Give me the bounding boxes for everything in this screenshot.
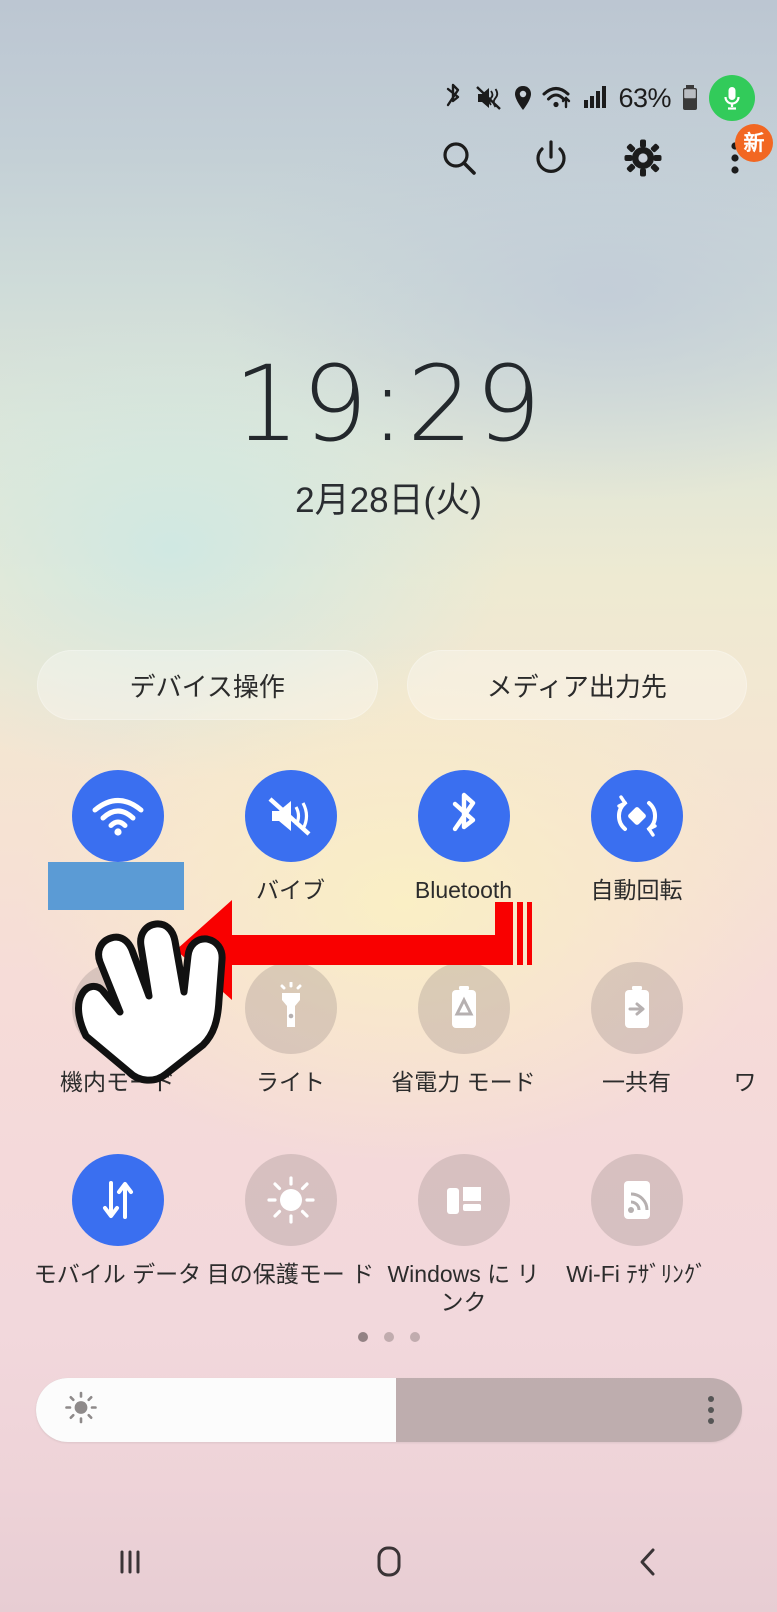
tile-label: 一共有 xyxy=(602,1069,671,1096)
quick-settings-row: 機内モード ライト 省電力 モード 一共有 ワ xyxy=(31,962,777,1096)
power-icon[interactable] xyxy=(529,136,573,180)
device-control-button[interactable]: デバイス操作 xyxy=(37,650,378,720)
tile-peek-label: ワ xyxy=(733,1069,757,1096)
tile-mobile-data[interactable]: モバイル データ xyxy=(31,1154,204,1316)
signal-icon xyxy=(584,86,607,108)
quick-settings-grid: バイブ Bluetooth 自動回転 機内モード ライト 省電力 モード 一共有… xyxy=(0,770,777,1316)
auto-rotate-icon xyxy=(590,770,683,862)
vibrate-icon xyxy=(244,770,337,862)
new-badge: 新 xyxy=(735,124,773,162)
bluetooth-icon xyxy=(417,770,510,862)
lock-clock: 19:29 2月28日(火) xyxy=(0,352,777,523)
tile-auto-rotate[interactable]: 自動回転 xyxy=(550,770,723,904)
flashlight-icon xyxy=(244,962,337,1055)
phone-screen: 63% 新 19:29 2月28日(火) デバイス操作 メディア出力先 バイブ … xyxy=(0,0,777,1612)
mobile-data-icon xyxy=(71,1154,164,1247)
tile-label: 省電力 モード xyxy=(391,1069,536,1096)
wifi-icon xyxy=(542,87,571,109)
airplane-icon xyxy=(71,962,164,1055)
tile-flashlight[interactable]: ライト xyxy=(204,962,377,1096)
tile-label: バイブ xyxy=(256,877,325,903)
tile-bluetooth[interactable]: Bluetooth xyxy=(377,770,550,904)
battery-icon xyxy=(683,85,697,110)
home-button[interactable] xyxy=(329,1527,449,1597)
tile-link-to-windows[interactable]: Windows に リンク xyxy=(377,1154,550,1316)
power-saving-icon xyxy=(417,962,510,1055)
navigation-bar xyxy=(0,1512,777,1612)
tile-label: 機内モード xyxy=(60,1069,175,1096)
search-icon[interactable] xyxy=(437,136,481,180)
wifi-icon xyxy=(71,770,164,862)
link-to-windows-icon xyxy=(417,1154,510,1247)
redaction-box xyxy=(48,862,184,910)
tile-label: Wi-Fi ﾃｻﾞﾘﾝｸﾞ xyxy=(566,1261,707,1288)
status-bar: 63% xyxy=(441,75,755,121)
tile-label: 目の保護モー ド xyxy=(206,1261,375,1288)
brightness-sun-icon xyxy=(64,1391,98,1430)
page-dot[interactable] xyxy=(409,1332,420,1342)
clock-time: 19:29 xyxy=(233,343,544,465)
quick-settings-row: モバイル データ 目の保護モー ド Windows に リンク Wi-Fi ﾃｻ… xyxy=(31,1154,777,1316)
wifi-hotspot-icon xyxy=(590,1154,683,1247)
bluetooth-icon xyxy=(447,83,460,107)
back-button[interactable] xyxy=(588,1527,708,1597)
brightness-slider[interactable] xyxy=(36,1378,742,1442)
tile-next-page-peek: ワ xyxy=(723,962,767,1096)
tile-share-battery[interactable]: 一共有 xyxy=(550,962,723,1096)
mute-vibrate-icon xyxy=(476,86,502,110)
tile-label: Windows に リンク xyxy=(387,1261,540,1316)
tile-airplane-mode[interactable]: 機内モード xyxy=(31,962,204,1096)
settings-gear-icon[interactable] xyxy=(621,136,665,180)
share-battery-icon xyxy=(590,962,683,1055)
tile-vibrate[interactable]: バイブ xyxy=(204,770,377,904)
microphone-icon[interactable] xyxy=(709,75,755,121)
recents-button[interactable] xyxy=(70,1527,190,1597)
panel-pill-row: デバイス操作 メディア出力先 xyxy=(37,650,747,720)
brightness-overflow-menu-icon[interactable] xyxy=(708,1396,714,1424)
page-dot[interactable] xyxy=(357,1332,368,1342)
tile-label: モバイル データ xyxy=(33,1261,202,1288)
tile-label: ライト xyxy=(256,1069,325,1096)
battery-percent-label: 63% xyxy=(618,82,671,113)
eye-comfort-icon xyxy=(244,1154,337,1247)
quick-panel-header: 新 xyxy=(437,124,773,180)
tile-wifi-hotspot[interactable]: Wi-Fi ﾃｻﾞﾘﾝｸﾞ xyxy=(550,1154,723,1316)
page-dot[interactable] xyxy=(383,1332,394,1342)
tile-power-saving[interactable]: 省電力 モード xyxy=(377,962,550,1096)
clock-date: 2月28日(火) xyxy=(295,481,482,520)
location-icon xyxy=(515,86,532,110)
page-indicator xyxy=(0,1332,777,1342)
tile-label: Bluetooth xyxy=(414,877,513,903)
overflow-menu-icon[interactable]: 新 xyxy=(713,124,773,180)
tile-eye-comfort[interactable]: 目の保護モー ド xyxy=(204,1154,377,1316)
tile-label: 自動回転 xyxy=(590,877,683,903)
media-output-button[interactable]: メディア出力先 xyxy=(406,650,747,720)
